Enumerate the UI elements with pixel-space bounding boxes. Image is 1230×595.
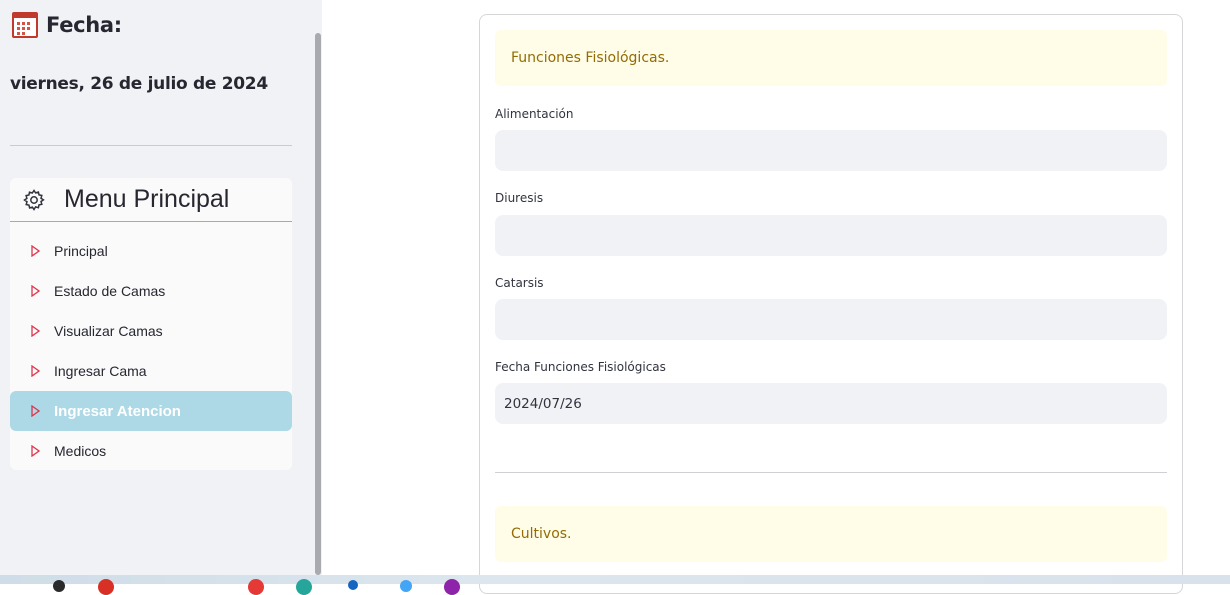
- taskbar-app-icon[interactable]: [53, 580, 65, 592]
- sidebar: Fecha: viernes, 26 de julio de 2024 Menu…: [0, 0, 322, 575]
- diuresis-label: Diuresis: [495, 191, 544, 205]
- taskbar-app-icon[interactable]: [348, 580, 358, 590]
- taskbar: [0, 575, 1230, 584]
- menu-item-medicos[interactable]: Medicos: [10, 431, 292, 471]
- section-divider: [495, 472, 1167, 473]
- sidebar-scrollbar[interactable]: [315, 33, 321, 575]
- current-date: viernes, 26 de julio de 2024: [10, 74, 268, 94]
- alimentacion-input[interactable]: [495, 130, 1167, 171]
- calendar-icon: [12, 12, 38, 38]
- play-icon: [31, 405, 41, 417]
- taskbar-app-icon[interactable]: [248, 579, 264, 595]
- menu-title: Menu Principal: [64, 185, 230, 213]
- play-icon: [31, 445, 41, 457]
- taskbar-app-icon[interactable]: [296, 579, 312, 595]
- fecha-header: Fecha:: [12, 12, 122, 38]
- menu-item-label: Ingresar Cama: [54, 363, 147, 379]
- menu-item-ingresar-cama[interactable]: Ingresar Cama: [10, 351, 292, 391]
- taskbar-app-icon[interactable]: [400, 580, 412, 592]
- menu-header: Menu Principal: [10, 178, 292, 222]
- menu-item-label: Principal: [54, 243, 108, 259]
- play-icon: [31, 325, 41, 337]
- fecha-funciones-label: Fecha Funciones Fisiológicas: [495, 360, 666, 374]
- fecha-title: Fecha:: [46, 13, 122, 37]
- menu-item-label: Ingresar Atencion: [54, 402, 181, 420]
- gear-icon: [21, 187, 47, 213]
- menu-item-estado-de-camas[interactable]: Estado de Camas: [10, 271, 292, 311]
- menu-item-label: Medicos: [54, 443, 107, 459]
- menu-item-label: Estado de Camas: [54, 283, 166, 299]
- menu-item-visualizar-camas[interactable]: Visualizar Camas: [10, 311, 292, 351]
- diuresis-input[interactable]: [495, 215, 1167, 256]
- menu-item-ingresar-atencion[interactable]: Ingresar Atencion: [10, 391, 292, 431]
- menu-item-principal[interactable]: Principal: [10, 231, 292, 271]
- section-header-funciones-fisiologicas: Funciones Fisiológicas.: [495, 30, 1167, 86]
- play-icon: [31, 285, 41, 297]
- catarsis-input[interactable]: [495, 299, 1167, 340]
- section-header-cultivos: Cultivos.: [495, 506, 1167, 562]
- play-icon: [31, 365, 41, 377]
- catarsis-label: Catarsis: [495, 276, 544, 290]
- sidebar-divider: [10, 145, 292, 146]
- play-icon: [31, 245, 41, 257]
- fecha-funciones-date-input[interactable]: 2024/07/26: [495, 383, 1167, 424]
- main-menu: Menu Principal Principal Estado de Camas…: [10, 178, 292, 470]
- menu-item-label: Visualizar Camas: [54, 323, 163, 339]
- taskbar-app-icon[interactable]: [98, 579, 114, 595]
- alimentacion-label: Alimentación: [495, 107, 574, 121]
- taskbar-app-icon[interactable]: [444, 579, 460, 595]
